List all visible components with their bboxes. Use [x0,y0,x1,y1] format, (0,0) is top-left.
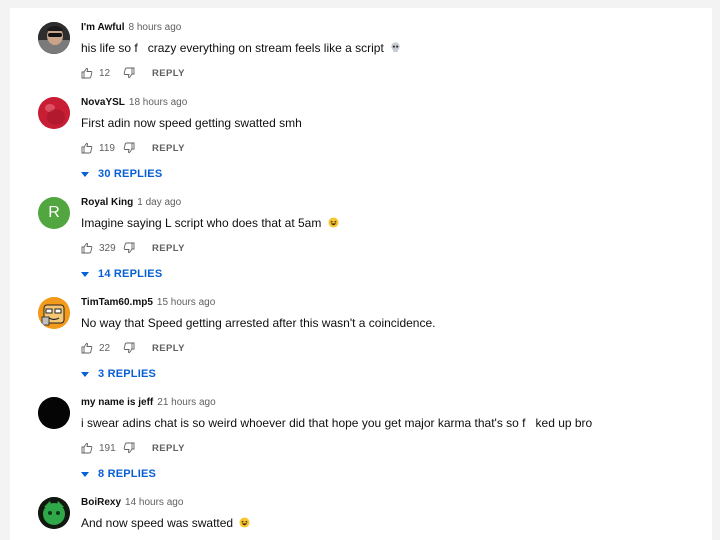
comment-header: my name is jeff 21 hours ago [81,396,704,410]
comment-actions: 12 REPLY [81,65,704,81]
green-character-icon [38,497,70,529]
thumbs-up-icon[interactable] [81,342,93,354]
comment-time[interactable]: 14 hours ago [125,497,183,508]
thumbs-down-icon[interactable] [123,142,135,154]
comment-author[interactable]: TimTam60.mp5 [81,297,153,308]
comment-header: I'm Awful 8 hours ago [81,21,704,35]
comment-text-part: crazy everything on stream feels like a … [147,41,384,55]
comment-time[interactable]: 18 hours ago [129,97,187,108]
thumbs-up-icon[interactable] [81,142,93,154]
avatar[interactable] [38,297,70,329]
like-count: 12 [99,67,111,79]
comment-author[interactable]: BoiRexy [81,497,121,508]
avatar[interactable] [38,397,70,429]
comment-text-part: ked up bro [535,416,593,430]
like-count: 22 [99,342,111,354]
comment-time[interactable]: 15 hours ago [157,297,215,308]
reply-button[interactable]: REPLY [152,243,185,254]
caret-down-icon [81,471,89,477]
comment-time[interactable]: 21 hours ago [157,397,215,408]
man-with-sunglasses-icon [38,22,70,54]
like-count: 329 [99,242,116,254]
caret-down-icon [81,271,89,277]
comments-section: I'm Awful 8 hours ago his life so f crazy … [10,8,712,540]
comment-header: TimTam60.mp5 15 hours ago [81,296,704,310]
comment-actions: 22 REPLY [81,340,704,356]
comment-text-part: i swear adins chat is so weird whoever d… [81,416,526,430]
reply-button[interactable]: REPLY [152,443,185,454]
comment-actions: 119 REPLY [81,140,704,156]
comment-author[interactable]: my name is jeff [81,397,153,408]
avatar-letter: R [48,204,60,221]
comment-time[interactable]: 1 day ago [137,197,181,208]
reply-button[interactable]: REPLY [152,343,185,354]
comment-text: his life so f crazy everything on stream … [81,40,704,56]
comment-text: First adin now speed getting swatted smh [81,116,302,130]
red-apple-icon [38,97,70,129]
laughing-face-icon [239,517,250,528]
comment-actions: 329 REPLY [81,240,704,256]
thumbs-down-icon[interactable] [123,67,135,79]
comment-text-part: And now speed was swatted [81,516,234,530]
view-replies-button[interactable]: 30 REPLIES [81,165,704,183]
avatar[interactable] [38,22,70,54]
view-replies-button[interactable]: 14 REPLIES [81,265,704,283]
skull-icon [391,42,400,53]
black-circle-icon [38,397,70,429]
comment-time[interactable]: 8 hours ago [129,22,182,33]
comment-actions: 191 REPLY [81,440,704,456]
comment-text: And now speed was swatted [81,515,704,531]
laughing-face-icon [328,217,339,228]
view-replies-button[interactable]: 3 REPLIES [81,365,704,383]
replies-label: 30 REPLIES [98,168,163,180]
comment-text: No way that Speed getting arrested after… [81,316,436,330]
replies-label: 14 REPLIES [98,268,163,280]
thumbs-up-icon[interactable] [81,242,93,254]
avatar[interactable]: R [38,197,70,229]
avatar[interactable] [38,497,70,529]
replies-label: 8 REPLIES [98,468,157,480]
reply-button[interactable]: REPLY [152,68,185,79]
comment-header: NovaYSL 18 hours ago [81,96,704,110]
view-replies-button[interactable]: 8 REPLIES [81,465,704,483]
avatar[interactable] [38,97,70,129]
caret-down-icon [81,371,89,377]
caret-down-icon [81,171,89,177]
comment-text-part: his life so f [81,41,138,55]
thumbs-up-icon[interactable] [81,442,93,454]
comment-text: Imagine saying L script who does that at… [81,215,704,231]
comment-author[interactable]: I'm Awful [81,22,125,33]
comment-header: BoiRexy 14 hours ago [81,496,704,510]
censor-mark [137,40,148,56]
replies-label: 3 REPLIES [98,368,157,380]
comment-author[interactable]: NovaYSL [81,97,125,108]
reply-button[interactable]: REPLY [152,143,185,154]
comment-text: i swear adins chat is so weird whoever d… [81,415,704,431]
like-count: 119 [99,142,115,154]
comment-author[interactable]: Royal King [81,197,133,208]
thumbs-down-icon[interactable] [123,342,135,354]
thumbs-down-icon[interactable] [123,242,135,254]
censor-mark [525,415,536,431]
thumbs-up-icon[interactable] [81,67,93,79]
like-count: 191 [99,442,116,454]
comment-header: Royal King 1 day ago [81,196,704,210]
comment-text-part: Imagine saying L script who does that at… [81,216,322,230]
cartoon-face-icon [38,297,70,329]
thumbs-down-icon[interactable] [123,442,135,454]
